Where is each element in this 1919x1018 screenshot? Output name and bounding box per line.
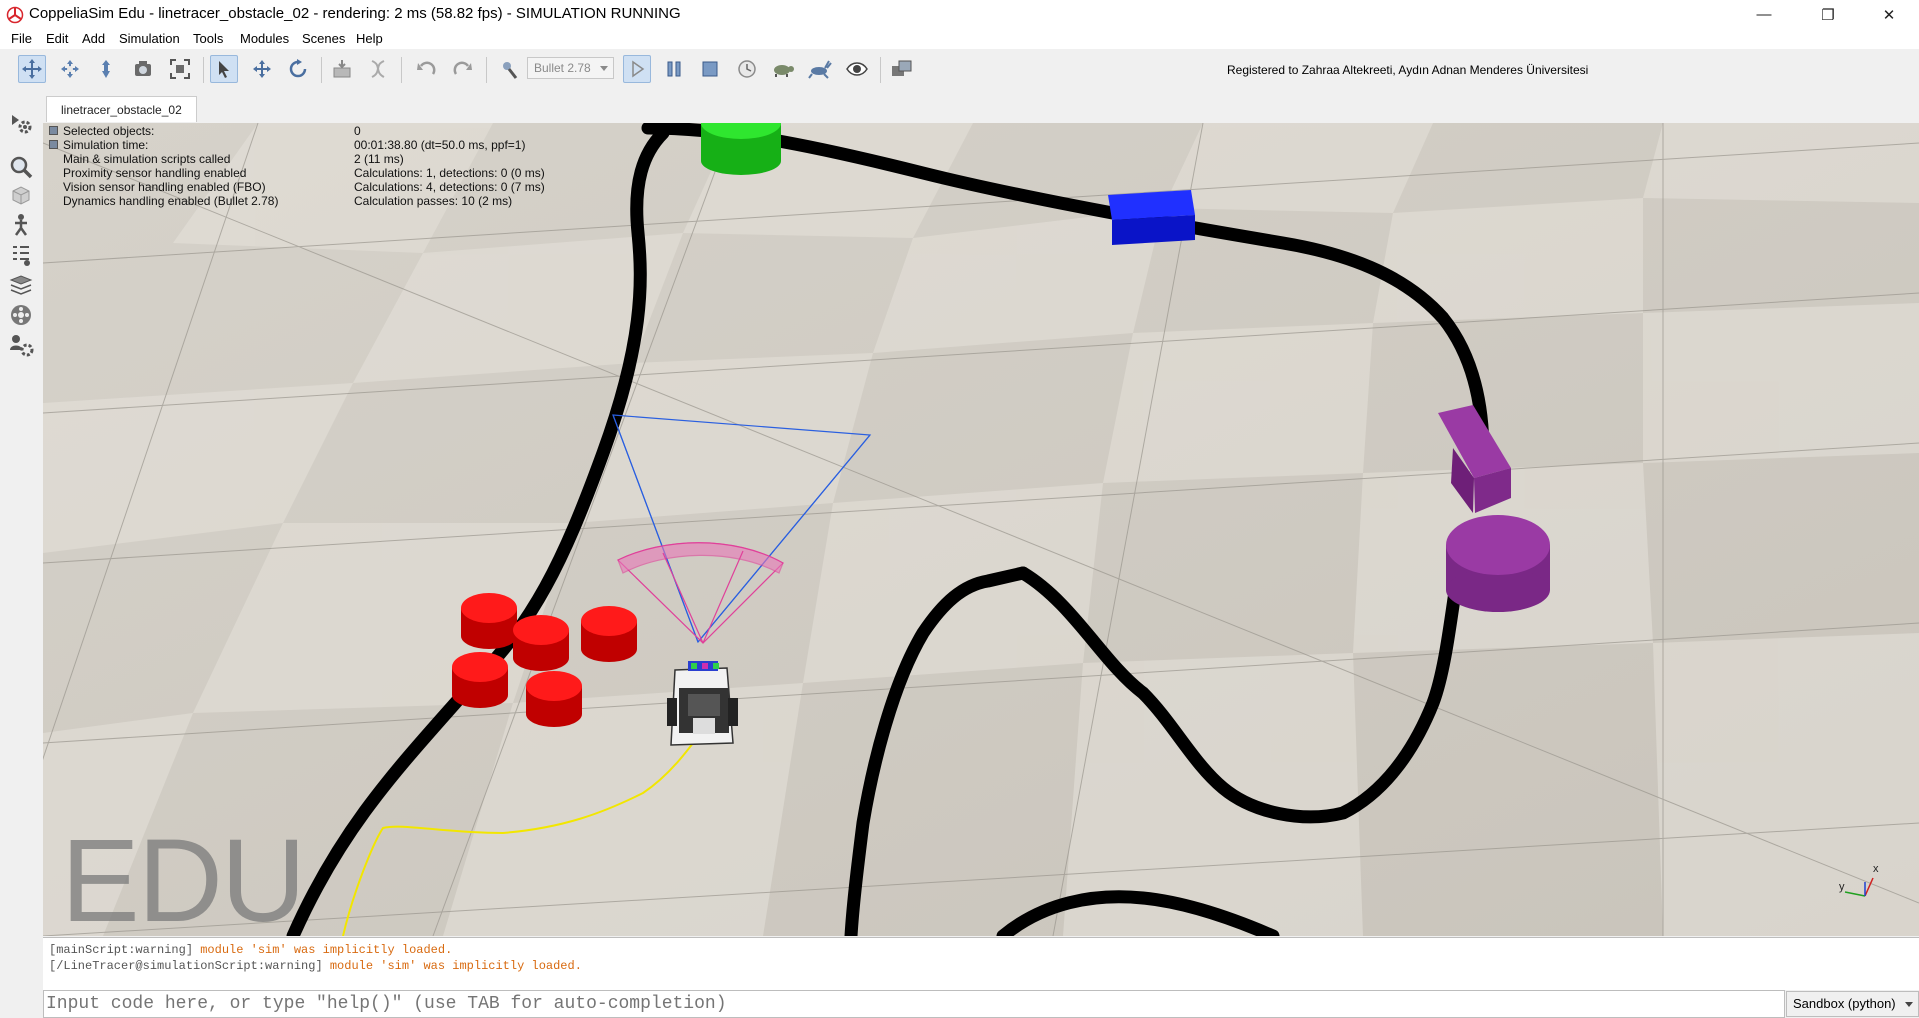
axis-y-label: y (1839, 881, 1845, 893)
menu-bar: File Edit Add Simulation Tools Modules S… (0, 29, 1919, 49)
axis-gizmo: x y (1839, 863, 1879, 897)
blue-box (1108, 190, 1195, 245)
page-selector-icon[interactable] (888, 55, 916, 83)
assemble-icon[interactable] (328, 55, 356, 83)
tab-scene[interactable]: linetracer_obstacle_02 (46, 96, 197, 122)
transfer-dna-icon[interactable] (364, 55, 392, 83)
main-toolbar: Bullet 2.78 Registered to Zahraa Altekre… (0, 49, 1919, 93)
axis-x-label: x (1873, 863, 1879, 875)
edu-watermark: EDU (61, 815, 306, 936)
shapes-edit-icon[interactable] (6, 240, 36, 270)
red-cylinder (513, 615, 569, 671)
stop-icon[interactable] (696, 55, 724, 83)
title-bar: CoppeliaSim Edu - linetracer_obstacle_02… (0, 0, 1919, 29)
menu-modules[interactable]: Modules (240, 31, 289, 46)
object-move-icon[interactable] (248, 55, 276, 83)
red-cylinder (581, 606, 637, 662)
undo-icon[interactable] (412, 55, 440, 83)
camera-shift-icon[interactable] (92, 55, 120, 83)
registration-label: Registered to Zahraa Altekreeti, Aydın A… (1227, 63, 1589, 77)
camera-rotate-icon[interactable] (56, 55, 84, 83)
coppeliasim-logo-icon (6, 6, 24, 24)
slow-down-icon[interactable] (769, 55, 797, 83)
video-recorder-icon[interactable] (6, 300, 36, 330)
camera-pan-icon[interactable] (18, 55, 46, 83)
red-cylinder (526, 671, 582, 727)
menu-file[interactable]: File (11, 31, 32, 46)
layers-icon[interactable] (6, 270, 36, 300)
calculation-modules-icon[interactable] (6, 152, 36, 182)
restore-button[interactable]: ❐ (1805, 0, 1851, 29)
menu-tools[interactable]: Tools (193, 31, 223, 46)
user-settings-icon[interactable] (6, 330, 36, 360)
chevron-down-icon (600, 66, 608, 71)
speed-up-icon[interactable] (806, 55, 834, 83)
scripts-icon[interactable] (6, 210, 36, 240)
scene-object-properties-icon[interactable] (6, 108, 36, 138)
line-tracer-robot (667, 661, 738, 746)
sandbox-language-select[interactable]: Sandbox (python) (1786, 991, 1919, 1017)
chevron-down-icon (1905, 1002, 1913, 1007)
info-toggle-icon[interactable] (49, 140, 58, 149)
dynamics-settings-icon[interactable] (495, 55, 523, 83)
redo-icon[interactable] (449, 55, 477, 83)
collections-icon[interactable] (6, 180, 36, 210)
object-select-icon[interactable] (210, 55, 238, 83)
physics-engine-value: Bullet 2.78 (534, 61, 591, 75)
object-rotate-icon[interactable] (284, 55, 312, 83)
left-toolbar (0, 92, 43, 937)
command-input[interactable] (43, 990, 1785, 1018)
console-line: [/LineTracer@simulationScript:warning] m… (49, 959, 582, 973)
menu-edit[interactable]: Edit (46, 31, 68, 46)
console-line: [mainScript:warning] module 'sim' was im… (49, 943, 453, 957)
fit-to-view-icon[interactable] (166, 55, 194, 83)
window-title: CoppeliaSim Edu - linetracer_obstacle_02… (29, 5, 681, 22)
scene-render (43, 123, 1919, 936)
visualization-icon[interactable] (843, 55, 871, 83)
menu-help[interactable]: Help (356, 31, 383, 46)
status-console: [mainScript:warning] module 'sim' was im… (43, 937, 1919, 990)
green-cylinder (701, 123, 781, 175)
minimize-button[interactable]: — (1741, 0, 1787, 29)
pause-icon[interactable] (660, 55, 688, 83)
purple-cylinder (1446, 515, 1550, 612)
sandbox-language-value: Sandbox (python) (1793, 996, 1896, 1011)
menu-add[interactable]: Add (82, 31, 105, 46)
menu-scenes[interactable]: Scenes (302, 31, 345, 46)
start-icon[interactable] (623, 55, 651, 83)
close-button[interactable]: ✕ (1866, 0, 1912, 29)
info-toggle-icon[interactable] (49, 126, 58, 135)
scene-viewport[interactable]: Selected objects: 0 Simulation time: 00:… (43, 123, 1919, 936)
menu-simulation[interactable]: Simulation (119, 31, 180, 46)
red-cylinder (452, 652, 508, 708)
scene-tab-bar: linetracer_obstacle_02 (43, 92, 1919, 123)
realtime-icon[interactable] (733, 55, 761, 83)
physics-engine-select[interactable]: Bullet 2.78 (527, 57, 614, 79)
red-cylinder (461, 593, 517, 649)
camera-angle-icon[interactable] (129, 55, 157, 83)
